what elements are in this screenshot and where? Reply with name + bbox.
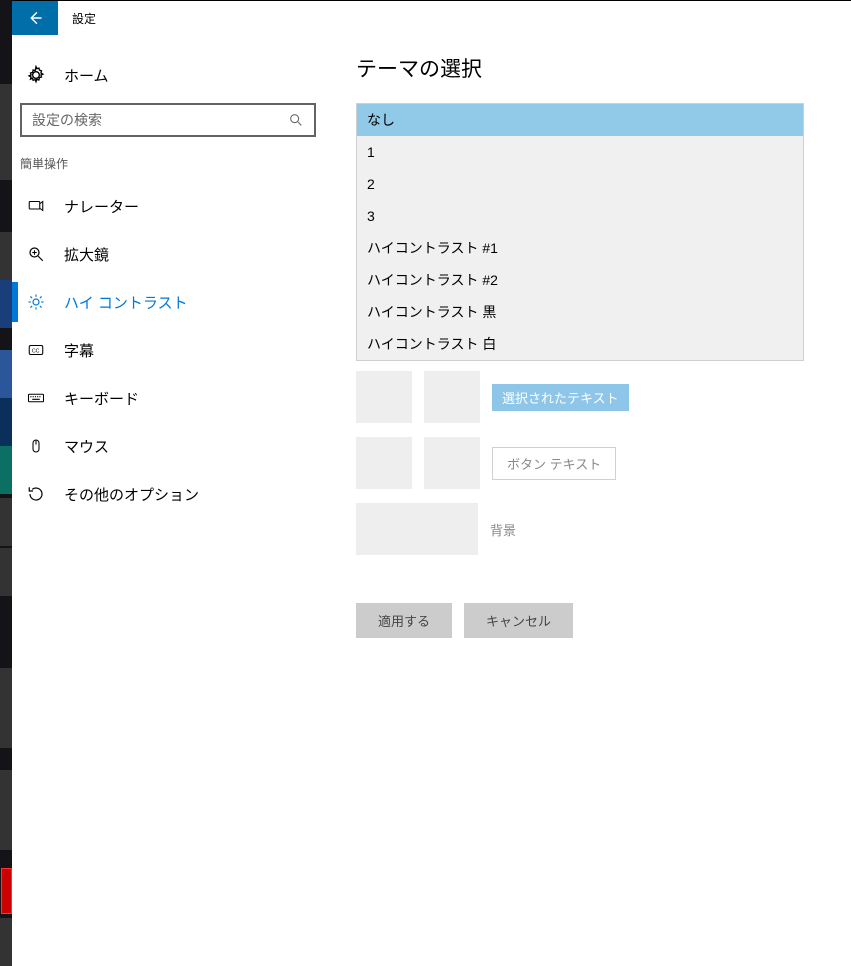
gear-icon bbox=[26, 65, 46, 85]
theme-option-hc-black[interactable]: ハイコントラスト 黒 bbox=[357, 296, 803, 328]
background-label: 背景 bbox=[490, 520, 516, 539]
home-button[interactable]: ホーム bbox=[20, 55, 336, 95]
keyboard-icon bbox=[26, 388, 46, 408]
search-icon bbox=[288, 112, 304, 128]
nav-item-high-contrast[interactable]: ハイ コントラスト bbox=[20, 278, 336, 326]
theme-option-hc2[interactable]: ハイコントラスト #2 bbox=[357, 264, 803, 296]
swatch-button-bg[interactable] bbox=[424, 437, 480, 489]
swatch-selected-fg[interactable] bbox=[356, 371, 412, 423]
nav-item-other-options[interactable]: その他のオプション bbox=[20, 470, 336, 518]
nav-item-narrator[interactable]: ナレーター bbox=[20, 182, 336, 230]
magnifier-icon bbox=[26, 244, 46, 264]
settings-window: 設定 ホーム 設定の検索 簡単操作 bbox=[12, 1, 851, 936]
main-content: テーマの選択 なし 1 2 3 ハイコントラスト #1 ハイコントラスト #2 … bbox=[336, 35, 851, 936]
nav-item-magnifier[interactable]: 拡大鏡 bbox=[20, 230, 336, 278]
high-contrast-icon bbox=[26, 292, 46, 312]
cancel-button[interactable]: キャンセル bbox=[464, 603, 573, 638]
theme-option-none[interactable]: なし bbox=[357, 104, 803, 136]
sidebar: ホーム 設定の検索 簡単操作 ナレーター bbox=[20, 35, 336, 936]
theme-option-hc-white[interactable]: ハイコントラスト 白 bbox=[357, 328, 803, 360]
theme-option-hc1[interactable]: ハイコントラスト #1 bbox=[357, 232, 803, 264]
search-input[interactable]: 設定の検索 bbox=[20, 103, 316, 137]
page-title: テーマの選択 bbox=[356, 53, 839, 83]
swatch-button-fg[interactable] bbox=[356, 437, 412, 489]
nav-item-keyboard[interactable]: キーボード bbox=[20, 374, 336, 422]
action-buttons: 適用する キャンセル bbox=[356, 603, 839, 638]
button-text-sample: ボタン テキスト bbox=[492, 447, 616, 480]
selected-text-sample: 選択されたテキスト bbox=[492, 384, 629, 411]
window-title: 設定 bbox=[58, 1, 96, 35]
captions-icon: CC bbox=[26, 340, 46, 360]
theme-preview: 選択されたテキスト ボタン テキスト 背景 bbox=[356, 361, 804, 579]
svg-text:CC: CC bbox=[32, 348, 40, 354]
back-button[interactable] bbox=[12, 1, 58, 35]
back-arrow-icon bbox=[26, 9, 44, 27]
apply-button[interactable]: 適用する bbox=[356, 603, 452, 638]
mouse-icon bbox=[26, 436, 46, 456]
window-header: 設定 bbox=[12, 1, 851, 35]
swatch-selected-bg[interactable] bbox=[424, 371, 480, 423]
nav-item-mouse[interactable]: マウス bbox=[20, 422, 336, 470]
theme-option-2[interactable]: 2 bbox=[357, 168, 803, 200]
nav-item-captions[interactable]: CC 字幕 bbox=[20, 326, 336, 374]
theme-dropdown[interactable]: なし 1 2 3 ハイコントラスト #1 ハイコントラスト #2 ハイコントラス… bbox=[356, 103, 804, 361]
home-label: ホーム bbox=[64, 65, 109, 86]
section-label: 簡単操作 bbox=[20, 151, 336, 182]
search-placeholder: 設定の検索 bbox=[32, 110, 288, 130]
taskbar-sliver bbox=[0, 0, 12, 936]
theme-option-1[interactable]: 1 bbox=[357, 136, 803, 168]
other-options-icon bbox=[26, 484, 46, 504]
theme-option-3[interactable]: 3 bbox=[357, 200, 803, 232]
nav-list: ナレーター 拡大鏡 ハイ コントラスト CC bbox=[20, 182, 336, 518]
narrator-icon bbox=[26, 196, 46, 216]
swatch-background[interactable] bbox=[356, 503, 478, 555]
